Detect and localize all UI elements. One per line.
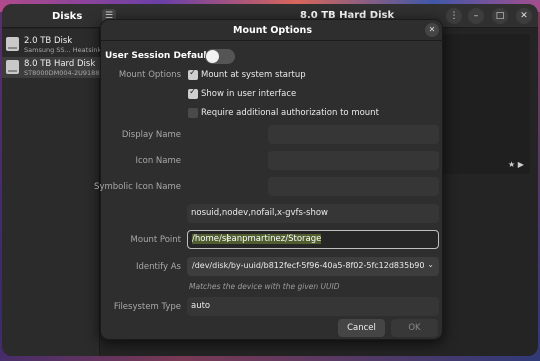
volume-graphic [430,34,530,174]
mount-point-value: /home/seanpmartinez/Storage [192,234,322,244]
ok-button[interactable]: OK [391,319,438,337]
user-session-defaults-label: User Session Defaults [105,51,217,61]
display-name-label: Display Name [121,130,181,140]
cancel-button[interactable]: Cancel [338,319,385,337]
hard-drive-icon [6,60,19,74]
drive-item-2tb[interactable]: 2.0 TB Disk Samsung SS... Heatsink [2,34,100,55]
chevron-down-icon: ⌄ [427,260,434,269]
mount-at-startup-checkbox[interactable] [188,68,198,80]
drive-model: Samsung SS... Heatsink [24,46,100,54]
identify-as-label: Identify As [135,262,181,272]
minimize-icon[interactable]: – [468,8,484,24]
identify-as-value: /dev/disk/by-uuid/b812fecf-5f96-40a5-8f0… [192,261,425,270]
user-session-defaults-switch[interactable] [205,49,235,64]
maximize-icon[interactable]: □ [492,8,508,24]
display-name-field[interactable] [268,125,439,144]
mount-at-startup-label: Mount at system startup [201,70,306,80]
identify-as-dropdown[interactable]: /dev/disk/by-uuid/b812fecf-5f96-40a5-8f0… [187,257,439,276]
mount-flags-field[interactable]: nosuid,nodev,nofail,x-gvfs-show [187,204,439,223]
more-options-icon[interactable]: ⋮ [446,8,462,24]
icon-name-field[interactable] [268,151,439,170]
symbolic-icon-name-label: Symbolic Icon Name [94,182,181,192]
divider [101,40,444,41]
identify-as-hint: Matches the device with the given UUID [189,282,340,291]
text-cursor-icon: I [226,232,230,245]
switch-knob [206,50,219,63]
mount-point-label: Mount Point [130,235,181,245]
require-auth-label: Require additional authorization to moun… [201,108,379,118]
hard-drive-icon [6,37,19,51]
drive-name: 2.0 TB Disk [24,36,73,46]
show-in-ui-label: Show in user interface [201,89,297,99]
close-window-icon[interactable]: ✕ [516,8,532,24]
require-auth-checkbox[interactable] [188,108,198,118]
drive-model: ST8000DM004-2U9188 [24,69,100,77]
mount-options-dialog: Mount Options ✕ User Session Defaults Mo… [94,19,444,340]
symbolic-icon-name-field[interactable] [268,177,439,196]
filesystem-type-field[interactable]: auto [187,297,439,316]
filesystem-type-label: Filesystem Type [113,302,181,312]
mount-options-label: Mount Options [118,70,181,80]
drive-name: 8.0 TB Hard Disk [24,59,96,69]
drive-sidebar: 2.0 TB Disk Samsung SS... Heatsink 8.0 T… [2,29,100,356]
dialog-title: Mount Options [233,25,312,36]
drive-item-8tb[interactable]: 8.0 TB Hard Disk ST8000DM004-2U9188 [2,57,100,78]
mount-point-field[interactable]: /home/seanpmartinez/Storage [187,230,439,249]
sidebar-title: Disks [52,11,83,22]
close-icon[interactable]: ✕ [425,23,439,37]
volume-controls[interactable]: ★ ▶ [508,160,524,169]
icon-name-label: Icon Name [135,156,181,166]
show-in-ui-checkbox[interactable] [188,87,198,99]
